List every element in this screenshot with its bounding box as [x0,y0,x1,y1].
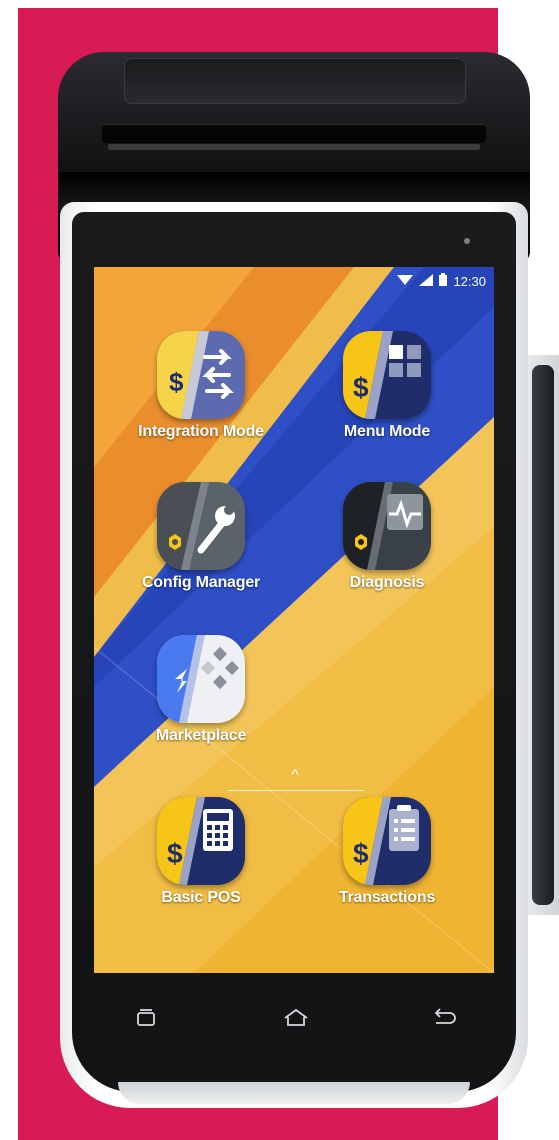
app-label: Config Manager [141,574,261,591]
navigation-bar [72,987,516,1047]
back-icon[interactable] [430,1007,470,1031]
device-base [118,1082,470,1104]
app-diagnosis[interactable]: Diagnosis [312,482,462,592]
status-time: 12:30 [453,273,486,289]
app-integration-mode[interactable]: $ Integration Mode [126,331,276,441]
signal-icon [419,273,434,289]
paper-slot [102,124,486,143]
battery-icon [439,273,448,289]
integration-mode-icon: $ [157,331,245,419]
pos-device: 12:30 $ Integration Mode $ Menu Mode Con… [58,52,530,1110]
wifi-icon [397,274,414,289]
basic-pos-icon: $ [157,797,245,885]
recent-apps-icon[interactable] [134,1007,174,1031]
app-drawer-handle[interactable]: ^ [285,767,305,784]
menu-mode-icon: $ [343,331,431,419]
home-icon[interactable] [282,1007,322,1031]
dock-divider [228,790,364,791]
svg-text:$: $ [353,838,369,869]
app-label: Basic POS [161,889,241,906]
app-label: Marketplace [155,727,247,744]
app-label: Integration Mode [138,423,264,440]
app-label: Menu Mode [343,423,431,440]
app-config-manager[interactable]: Config Manager [126,482,276,592]
svg-text:$: $ [353,372,369,403]
app-menu-mode[interactable]: $ Menu Mode [312,331,462,441]
front-camera [464,238,470,244]
app-label: Transactions [338,889,436,906]
svg-text:$: $ [169,367,184,397]
status-bar: 12:30 [397,271,486,291]
home-screen: 12:30 $ Integration Mode $ Menu Mode Con… [94,267,494,973]
marketplace-icon [157,635,245,723]
svg-text:$: $ [167,838,183,869]
app-basic-pos[interactable]: $ Basic POS [126,797,276,907]
transactions-icon: $ [343,797,431,885]
app-marketplace[interactable]: Marketplace [126,635,276,745]
app-label: Diagnosis [349,574,425,591]
config-manager-icon [157,482,245,570]
app-transactions[interactable]: $ Transactions [312,797,462,907]
diagnosis-icon [343,482,431,570]
